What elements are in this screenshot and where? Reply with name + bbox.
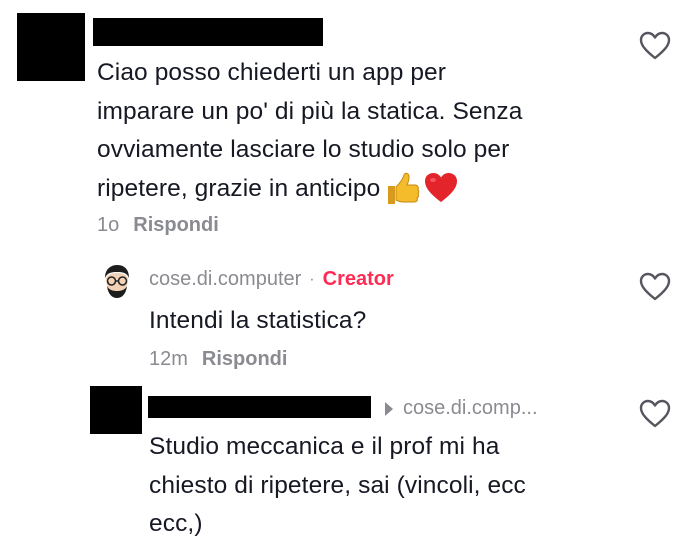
comment-text: Studio meccanica e il prof mi ha chiesto… <box>149 428 619 544</box>
heart-like-icon[interactable] <box>639 399 671 429</box>
heart-like-icon[interactable] <box>639 272 671 302</box>
username-link[interactable]: cose.di.computer <box>149 268 301 291</box>
creator-badge: Creator <box>322 268 394 290</box>
comment-line: ovviamente lasciare lo studio solo per <box>97 136 510 163</box>
comment-header: cose.di.computer · Creator <box>149 268 394 291</box>
comment-time: 1o <box>97 214 120 236</box>
red-heart-icon <box>425 172 458 202</box>
avatar-icon <box>105 265 129 298</box>
comment-line: imparare un po' di più la statica. Senza <box>97 97 523 125</box>
comment-text: Ciao posso chiederti un app per imparare… <box>97 54 617 208</box>
reply-button[interactable]: Rispondi <box>133 214 219 237</box>
comment-meta: 12m Rispondi <box>149 348 287 371</box>
username-redacted[interactable] <box>148 396 371 418</box>
heart-like-icon[interactable] <box>639 31 671 61</box>
comment-line: ripetere, grazie in anticipo <box>97 170 617 209</box>
emoji-group <box>384 172 458 206</box>
comment-time: 12m <box>149 348 188 370</box>
comment-line: Ciao posso chiederti un app per <box>97 59 447 86</box>
comment-line: Studio meccanica e il prof mi ha <box>149 433 500 460</box>
reply-to-indicator[interactable]: cose.di.comp... <box>385 397 538 420</box>
reply-to-username[interactable]: cose.di.comp... <box>403 397 538 420</box>
reply-button[interactable]: Rispondi <box>202 348 288 371</box>
creator-avatar[interactable] <box>99 264 135 304</box>
caret-right-icon <box>385 401 393 416</box>
separator-dot: · <box>309 270 315 288</box>
comment-text: Intendi la statistica? <box>149 307 367 334</box>
username-redacted[interactable] <box>93 18 323 46</box>
comment-meta: 1o Rispondi <box>97 214 219 237</box>
avatar-redacted[interactable] <box>17 13 85 81</box>
avatar-redacted[interactable] <box>90 386 142 434</box>
thumbs-up-icon <box>388 172 420 204</box>
comment-line: chiesto di ripetere, sai (vincoli, ecc <box>149 471 526 499</box>
comment-line: ecc,) <box>149 510 203 537</box>
